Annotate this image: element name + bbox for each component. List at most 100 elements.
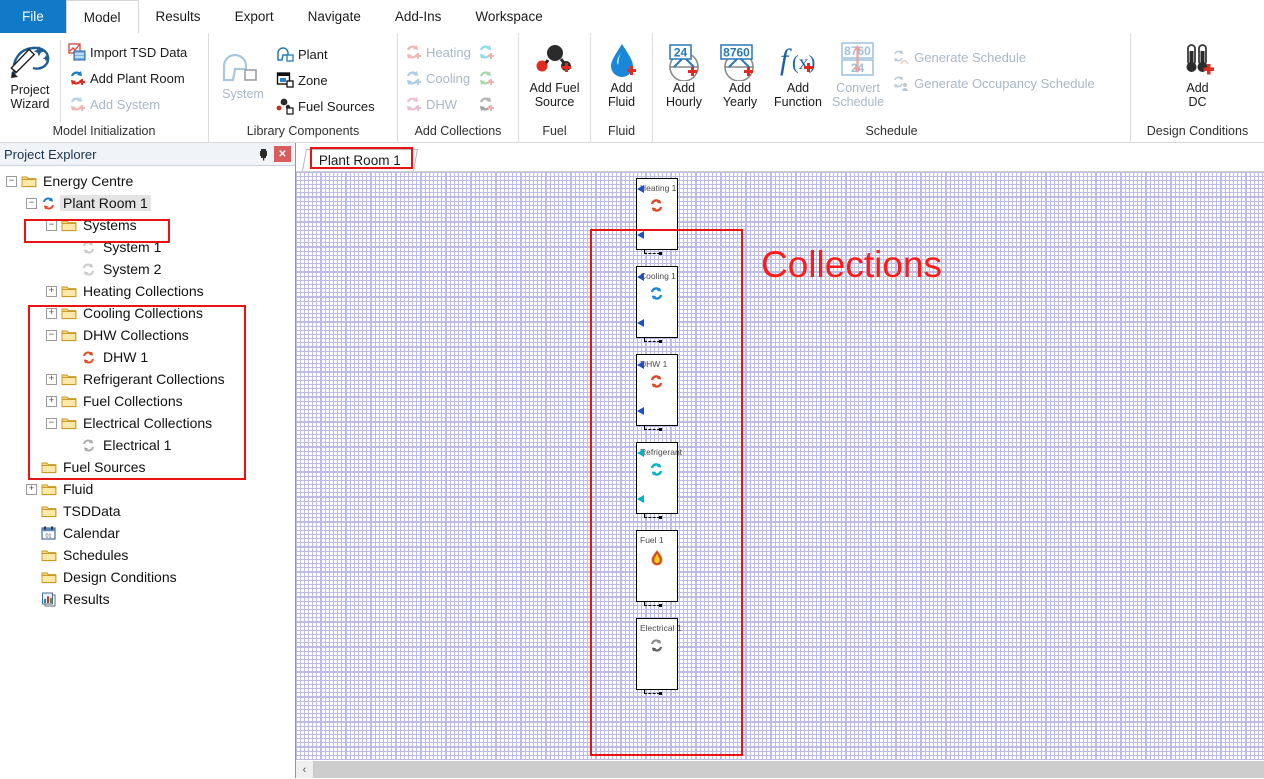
node-input-port[interactable] [630, 273, 644, 281]
project-wizard-button[interactable]: Project Wizard [4, 38, 56, 111]
electrical-item-icon [80, 437, 97, 453]
svg-text:f: f [780, 43, 792, 76]
tab-workspace[interactable]: Workspace [458, 0, 559, 33]
node-input-port[interactable] [630, 185, 644, 193]
tree-item-label: Schedules [63, 547, 129, 563]
add-fuel-collection-icon [477, 69, 496, 88]
tree-item-results[interactable]: Results [0, 588, 295, 610]
import-tsd-data-label: Import TSD Data [90, 44, 188, 60]
tab-add-ins[interactable]: Add-Ins [378, 0, 459, 33]
tab-model[interactable]: Model [65, 0, 139, 33]
tab-file[interactable]: File [0, 0, 66, 33]
tree-item-fluid[interactable]: + Fluid [0, 478, 295, 500]
add-dc-button[interactable]: Add DC [1171, 38, 1225, 109]
folder-icon [40, 481, 57, 497]
collection-node-refrigerant-1[interactable]: Refrigerant 1 [636, 442, 684, 519]
tree-item-system-1[interactable]: System 1 [0, 236, 295, 258]
group-title-add-collections: Add Collections [414, 124, 502, 138]
scroll-track[interactable] [313, 761, 1264, 778]
collapse-icon[interactable]: − [6, 175, 17, 187]
folder-icon [40, 547, 57, 563]
tree-item-electrical-collections[interactable]: − Electrical Collections [0, 412, 295, 434]
scroll-left-arrow[interactable]: ‹ [296, 761, 313, 778]
tree-item-tsddata[interactable]: TSDData [0, 500, 295, 522]
add-dc-label: Add DC [1186, 81, 1209, 109]
expand-icon[interactable]: + [26, 483, 37, 495]
collapse-icon[interactable]: − [46, 417, 57, 429]
tree-item-label: Calendar [63, 525, 120, 541]
project-explorer-header: Project Explorer ✕ [0, 143, 295, 166]
tree-item-dhw-collections[interactable]: − DHW Collections [0, 324, 295, 346]
collection-node-heating-1[interactable]: Heating 1 [636, 178, 678, 255]
library-small-buttons: Plant Zone Fuel Sources [273, 38, 379, 119]
project-wizard-label: Project Wizard [10, 83, 50, 111]
ribbon-group-fuel: Add Fuel Source Fuel [519, 33, 591, 142]
tree-item-systems[interactable]: − Systems [0, 214, 295, 236]
tree-item-electrical-1[interactable]: Electrical 1 [0, 434, 295, 456]
tree-item-cooling-collections[interactable]: + Cooling Collections [0, 302, 295, 324]
fuel-sources-button[interactable]: Fuel Sources [273, 93, 379, 119]
node-input-port[interactable] [630, 449, 644, 457]
expand-icon[interactable]: + [46, 307, 57, 319]
plant-button[interactable]: Plant [273, 41, 379, 67]
horizontal-scrollbar[interactable]: ‹ [296, 760, 1264, 778]
node-input-port[interactable] [630, 361, 644, 369]
expand-icon[interactable]: + [46, 395, 57, 407]
node-output-port[interactable] [630, 495, 644, 503]
tab-model-label: Model [83, 9, 121, 25]
tree-item-system-2[interactable]: System 2 [0, 258, 295, 280]
document-tab-plant-room-1[interactable]: Plant Room 1 [302, 149, 418, 171]
tree-item-label: Heating Collections [83, 283, 204, 299]
add-fuel-source-button[interactable]: Add Fuel Source [524, 38, 584, 109]
tree-item-calendar[interactable]: 01 Calendar [0, 522, 295, 544]
collection-node-cooling-1[interactable]: Cooling 1 [636, 266, 678, 343]
add-dhw-collection-button: DHW [401, 91, 475, 117]
tree-item-energy-centre[interactable]: − Energy Centre [0, 170, 295, 192]
add-fluid-button[interactable]: Add Fluid [597, 38, 647, 109]
add-plant-room-button[interactable]: Add Plant Room [65, 65, 191, 91]
tab-results[interactable]: Results [139, 0, 218, 33]
tree-item-plant-room-1[interactable]: − Plant Room 1 [0, 192, 295, 214]
node-bottom-connector [644, 601, 662, 607]
document-tab-strip: Plant Room 1 [296, 143, 1264, 171]
close-icon[interactable]: ✕ [274, 146, 291, 162]
ribbon-group-model-initialization: Project Wizard Import TSD Data Add Plant… [0, 33, 209, 142]
node-output-port[interactable] [630, 319, 644, 327]
tab-navigate[interactable]: Navigate [291, 0, 378, 33]
add-function-label: Add Function [774, 81, 822, 109]
collapse-icon[interactable]: − [26, 197, 37, 209]
add-refrigerant-collection-icon [477, 43, 496, 62]
diagram-canvas[interactable]: Heating 1 Cooling 1 DHW 1 Refrigerant 1 Fuel… [296, 171, 1264, 760]
schedule-generate-buttons: Generate Schedule Generate Occupancy Sch… [889, 38, 1099, 96]
add-heating-collection-icon [403, 43, 422, 62]
tree-item-design-conditions[interactable]: Design Conditions [0, 566, 295, 588]
tree-item-heating-collections[interactable]: + Heating Collections [0, 280, 295, 302]
collection-node-dhw-1[interactable]: DHW 1 [636, 354, 678, 431]
tree-item-fuel-sources[interactable]: Fuel Sources [0, 456, 295, 478]
pin-icon[interactable] [255, 146, 271, 162]
import-tsd-data-button[interactable]: Import TSD Data [65, 39, 191, 65]
collection-node-fuel-1[interactable]: Fuel 1 [636, 530, 678, 607]
project-tree[interactable]: − Energy Centre − Plant Room 1− Systems Syste… [0, 166, 295, 778]
tree-item-fuel-collections[interactable]: + Fuel Collections [0, 390, 295, 412]
tab-export[interactable]: Export [218, 0, 291, 33]
tree-item-dhw-1[interactable]: DHW 1 [0, 346, 295, 368]
ribbon-tab-bar: File Model Results Export Navigate Add-I… [0, 0, 1264, 33]
node-output-port[interactable] [630, 407, 644, 415]
add-hourly-button[interactable]: 24 Add Hourly [657, 38, 711, 109]
node-output-port[interactable] [630, 231, 644, 239]
zone-button[interactable]: Zone [273, 67, 379, 93]
collection-node-electrical-1[interactable]: Electrical 1 [636, 618, 682, 695]
add-yearly-button[interactable]: 8760 Add Yearly [711, 38, 769, 109]
add-function-button[interactable]: f (x) Add Function [769, 38, 827, 109]
expand-icon[interactable]: + [46, 285, 57, 297]
tree-item-schedules[interactable]: Schedules [0, 544, 295, 566]
expand-icon[interactable]: + [46, 373, 57, 385]
tree-item-refrigerant-collections[interactable]: + Refrigerant Collections [0, 368, 295, 390]
collapse-icon[interactable]: − [46, 219, 57, 231]
collapse-icon[interactable]: − [46, 329, 57, 341]
tree-item-label: Systems [83, 217, 137, 233]
convert-schedule-label: Convert Schedule [832, 81, 885, 109]
